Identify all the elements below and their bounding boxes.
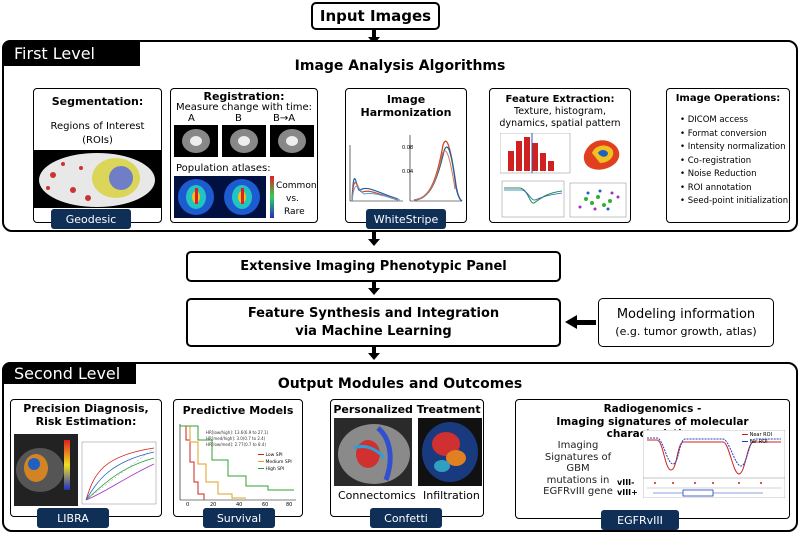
precision-images <box>14 434 157 506</box>
svg-text:HR[low/high]: 13.6(6.9 to 27.1: HR[low/high]: 13.6(6.9 to 27.1) <box>206 430 269 435</box>
synthesis-box: Feature Synthesis and Integration via Ma… <box>186 298 561 347</box>
survival-legend-high: High SPI <box>265 467 285 472</box>
registration-scan-images <box>174 125 314 157</box>
modeling-box: Modeling information (e.g. tumor growth,… <box>598 298 774 347</box>
survival-legend-item: High SPI <box>258 466 292 473</box>
image-operations-item: Co-registration <box>680 155 788 169</box>
registration-col-a: A <box>188 113 195 124</box>
survival-legend-low: Low SPI <box>265 453 283 458</box>
whitestripe-tag: WhiteStripe <box>366 209 446 229</box>
svg-text:HR[low/med]: 2.77(0.7 to 8.4): HR[low/med]: 2.77(0.7 to 8.4) <box>206 442 266 447</box>
svg-text:0: 0 <box>186 502 189 506</box>
precision-title-1: Precision Diagnosis, <box>23 402 149 415</box>
image-operations-item: Intensity normalization <box>680 141 788 155</box>
feature-extraction-line1: Texture, histogram, <box>514 106 606 117</box>
image-operations-item: Seed-point initialization <box>680 195 788 209</box>
survival-legend: Low SPI Medium SPI High SPI <box>258 452 292 473</box>
svg-text:20: 20 <box>210 502 216 506</box>
svg-text:HR[med/high]: 3.0(0.7 to 2.4): HR[med/high]: 3.0(0.7 to 2.4) <box>206 436 266 441</box>
precision-title-2: Risk Estimation: <box>35 415 137 428</box>
modeling-line2: (e.g. tumor growth, atlas) <box>615 324 757 338</box>
libra-tag: LIBRA <box>37 508 109 528</box>
harmonization-title-1: Image <box>386 93 426 106</box>
feature-extraction-plots <box>500 133 627 218</box>
segmentation-title: Segmentation: <box>51 95 144 108</box>
radiogenomics-desc-line: Imaging <box>557 440 599 451</box>
image-operations-item: DICOM access <box>680 114 788 128</box>
svg-text:40: 40 <box>236 502 242 506</box>
survival-legend-item: Medium SPI <box>258 459 292 466</box>
infiltration-caption: Infiltration <box>423 489 480 502</box>
feature-extraction-line2: dynamics, spatial pattern <box>499 118 621 129</box>
registration-atlas-label: Population atlases: <box>176 163 271 174</box>
radiogenomics-legend-far: Far ROI <box>749 439 768 445</box>
predictive-title: Predictive Models <box>182 404 294 417</box>
segmentation-brain-image <box>33 150 162 208</box>
arrow-stem-1 <box>372 30 376 37</box>
svg-text:80: 80 <box>286 502 292 506</box>
input-images-box: Input Images <box>311 2 440 30</box>
personalized-images <box>334 418 482 486</box>
registration-atlas-images <box>174 176 266 218</box>
input-images-label: Input Images <box>319 7 432 25</box>
personalized-title: Personalized Treatment <box>333 403 481 416</box>
radiogenomics-description: Imaging Signatures of GBM mutations in E… <box>528 440 628 498</box>
arrow-head-4 <box>368 353 380 360</box>
radiogenomics-desc-line: EGFRvIII gene <box>543 486 613 497</box>
modeling-arrow-stem <box>577 320 596 325</box>
image-operations-list: DICOM access Format conversion Intensity… <box>680 114 788 209</box>
confetti-tag: Confetti <box>370 508 442 528</box>
registration-subtitle: Measure change with time: <box>175 102 312 113</box>
radiogenomics-legend: Near ROI Far ROI <box>742 432 772 446</box>
radiogenomics-desc-line: Signatures of <box>544 451 612 463</box>
segmentation-line1: Regions of Interest <box>50 121 145 132</box>
first-level-title: Image Analysis Algorithms <box>294 58 506 74</box>
egfrviii-tag: EGFRvIII <box>601 510 679 530</box>
atlas-rare-label: Rare <box>284 207 305 217</box>
arrow-head-2 <box>368 239 380 246</box>
atlas-vs-label: vs. <box>286 194 299 204</box>
image-operations-item: Noise Reduction <box>680 168 788 182</box>
phenotypic-panel-box: Extensive Imaging Phenotypic Panel <box>186 251 561 282</box>
radiogenomics-title-1: Radiogenomics - <box>603 403 702 415</box>
arrow-head-3 <box>368 288 380 295</box>
survival-legend-medium: Medium SPI <box>265 460 292 465</box>
phenotypic-panel-label: Extensive Imaging Phenotypic Panel <box>240 259 507 274</box>
svg-text:0.04: 0.04 <box>402 169 413 175</box>
feature-extraction-title: Feature Extraction: <box>505 94 615 105</box>
radiogenomics-legend-item: Near ROI <box>742 432 772 439</box>
image-operations-title: Image Operations: <box>675 93 781 104</box>
geodesic-tag: Geodesic <box>51 209 131 229</box>
modeling-arrow-head <box>565 315 577 329</box>
radiogenomics-desc-line: GBM <box>566 463 590 474</box>
second-level-title: Output Modules and Outcomes <box>277 376 523 392</box>
harmonization-title-2: Harmonization <box>360 106 452 119</box>
registration-col-ba: B→A <box>273 113 296 124</box>
synthesis-line1: Feature Synthesis and Integration <box>247 305 500 321</box>
svg-text:0.08: 0.08 <box>402 145 413 151</box>
survival-tag: Survival <box>203 508 275 528</box>
atlas-common-label: Common <box>276 181 317 191</box>
harmonization-histograms: 0.08 0.04 <box>349 135 463 202</box>
vIII-plus-label: vIII+ <box>617 488 638 497</box>
radiogenomics-legend-near: Near ROI <box>749 432 773 438</box>
radiogenomics-desc-line: mutations in <box>546 474 610 486</box>
synthesis-line2: via Machine Learning <box>295 323 452 339</box>
image-operations-item: ROI annotation <box>680 182 788 196</box>
image-operations-item: Format conversion <box>680 128 788 142</box>
survival-legend-item: Low SPI <box>258 452 292 459</box>
radiogenomics-boxplot <box>643 478 785 498</box>
connectomics-caption: Connectomics <box>338 489 416 502</box>
svg-text:60: 60 <box>262 502 268 506</box>
arrow-stem-2 <box>372 232 376 239</box>
radiogenomics-legend-item: Far ROI <box>742 439 772 446</box>
vIII-minus-label: vIII- <box>617 478 635 487</box>
segmentation-line2: (ROIs) <box>82 135 113 146</box>
modeling-line1: Modeling information <box>616 306 756 322</box>
registration-col-b: B <box>235 113 242 124</box>
atlas-colorbar <box>270 176 274 218</box>
